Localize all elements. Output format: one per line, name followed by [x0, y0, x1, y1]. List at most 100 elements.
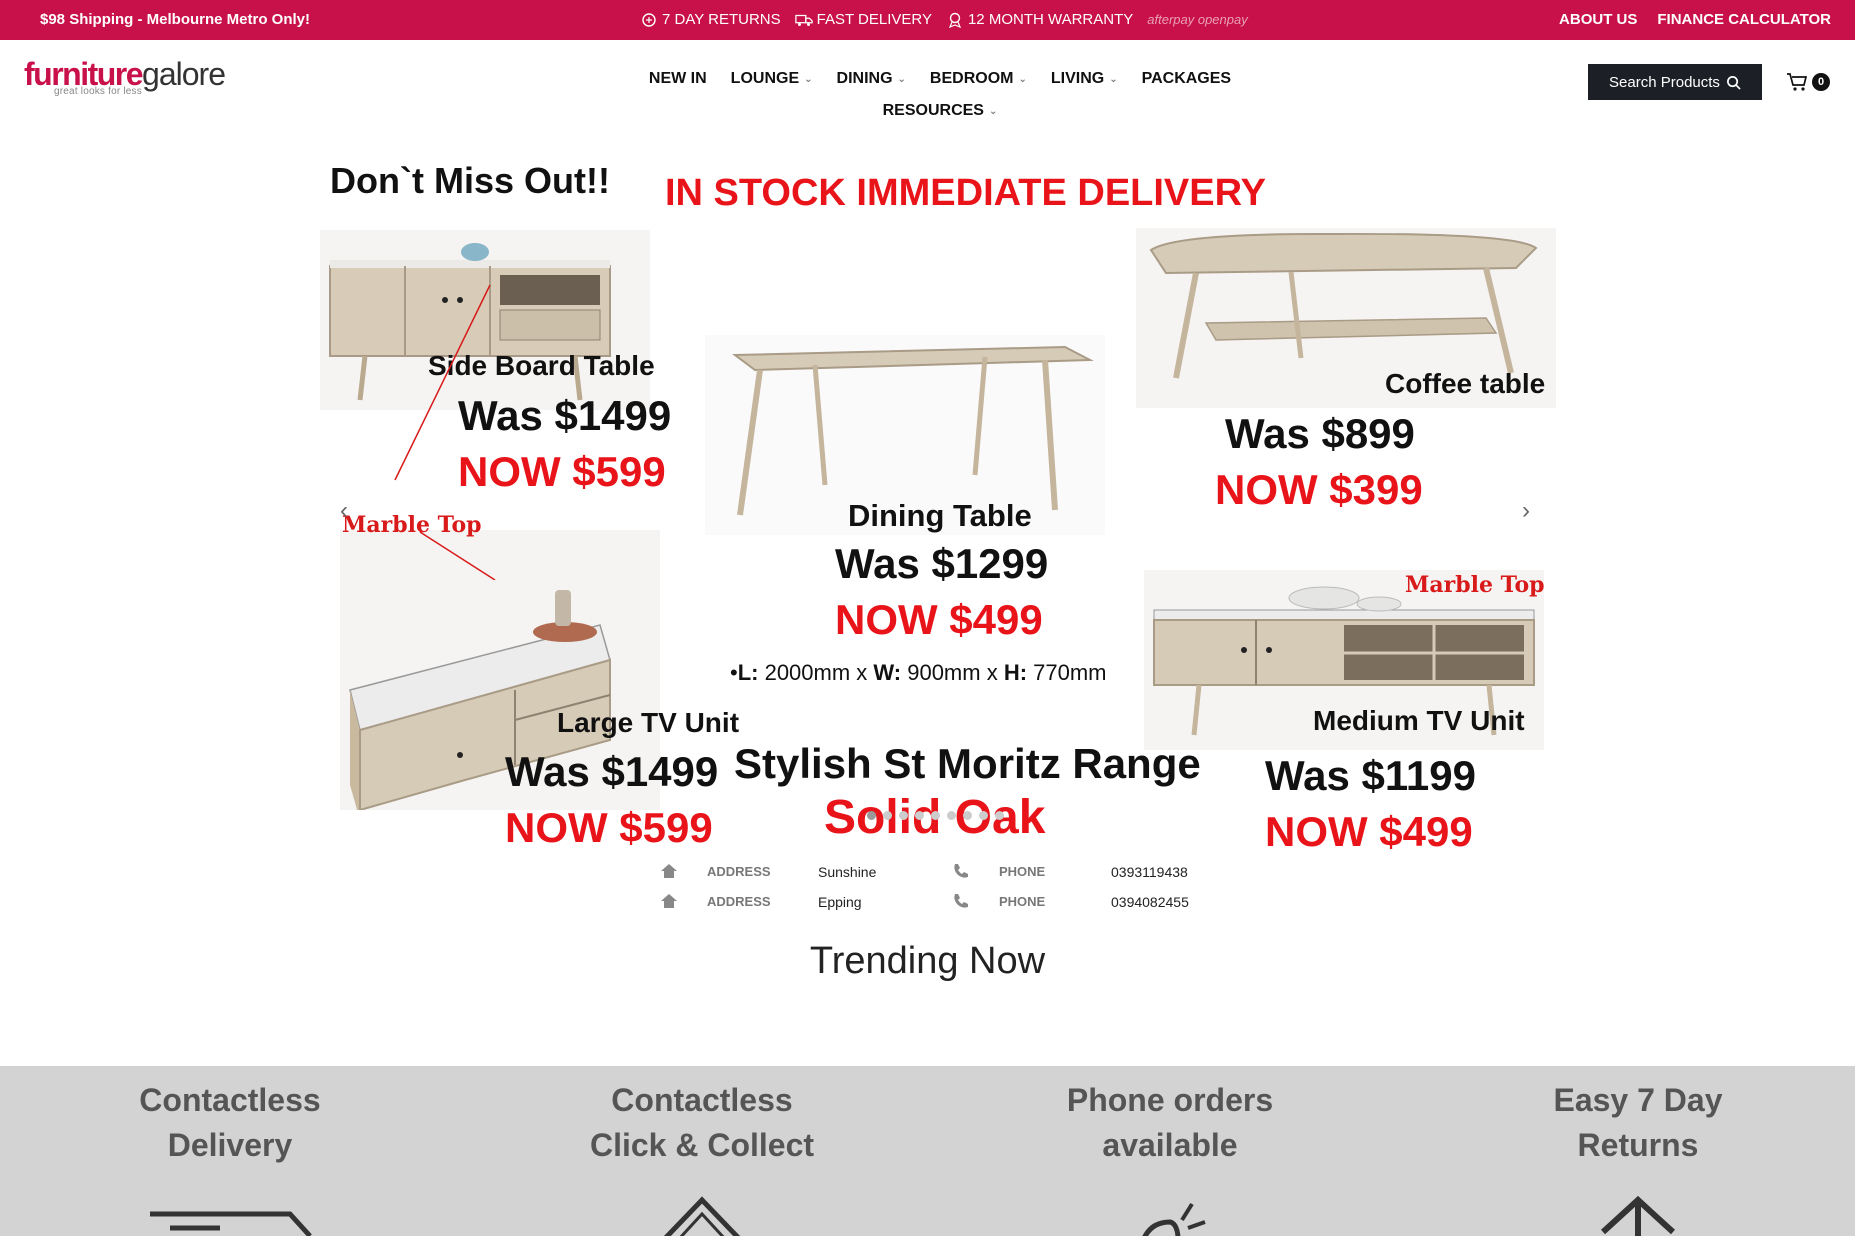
feature-phone-orders: Phone orders available [1020, 1078, 1320, 1236]
slider-dot[interactable] [899, 811, 908, 820]
nav-packages[interactable]: PACKAGES [1142, 70, 1232, 88]
nav-packages-label: PACKAGES [1141, 70, 1232, 87]
nav-resources-label: RESOURCES [882, 102, 984, 119]
chevron-down-icon: ⌄ [804, 73, 813, 85]
slider-dot[interactable] [979, 811, 988, 820]
feature-easy-returns: Easy 7 Day Returns [1488, 1078, 1788, 1236]
cart-button[interactable]: 0 [1786, 72, 1830, 92]
slider-dot[interactable] [883, 811, 892, 820]
feature-line2: Delivery [167, 1127, 293, 1163]
perk-warranty: 12 MONTH WARRANTY [946, 11, 1133, 28]
site-logo[interactable]: furnituregalore great looks for less [24, 56, 244, 100]
feature-click-collect: Contactless Click & Collect [552, 1078, 852, 1236]
phone-value[interactable]: 0393119438 [1111, 864, 1188, 880]
dim-w-label: W: [873, 660, 902, 685]
dining-table-was-price: Was $1299 [835, 540, 1049, 587]
return-arrow-icon [1600, 1195, 1676, 1236]
medium-tv-unit-label: Medium TV Unit [1313, 705, 1525, 736]
nav-dining[interactable]: DINING ⌄ [837, 70, 906, 88]
dining-table-dimensions: •L: 2000mm x W: 900mm x H: 770mm [730, 660, 1107, 685]
hero-headline-left: Don`t Miss Out!! [330, 160, 610, 201]
feature-line1: Phone orders [1066, 1082, 1274, 1118]
nav-lounge-label: LOUNGE [730, 70, 800, 87]
main-nav: NEW IN LOUNGE ⌄ DINING ⌄ BEDROOM ⌄ LIVING ⌄ … [620, 70, 1260, 120]
phone-value[interactable]: 0394082455 [1111, 894, 1189, 910]
perk-delivery: FAST DELIVERY [794, 11, 932, 28]
range-title: Stylish St Moritz Range [734, 740, 1201, 787]
address-label: ADDRESS [707, 894, 771, 909]
perks-list: 7 DAY RETURNS FAST DELIVERY 12 MONTH WAR… [640, 11, 1248, 28]
nav-living[interactable]: LIVING ⌄ [1051, 70, 1118, 88]
coffee-table-label: Coffee table [1385, 368, 1546, 399]
phone-icon [954, 894, 968, 908]
feature-line1: Easy 7 Day [1553, 1082, 1723, 1118]
chevron-down-icon: ⌄ [988, 105, 998, 117]
store-contacts: ADDRESS Sunshine PHONE 0393119438 ADDRES… [660, 860, 1220, 920]
phone-ringing-icon [1142, 1202, 1206, 1236]
slider-dot[interactable] [963, 811, 972, 820]
perk-delivery-label: FAST DELIVERY [816, 11, 932, 28]
perk-returns-label: 7 DAY RETURNS [662, 11, 781, 28]
slider-prev-arrow[interactable]: ‹ [340, 497, 348, 525]
search-button[interactable]: Search Products [1588, 64, 1762, 100]
slider-dot[interactable] [915, 811, 924, 820]
dining-table-now-price: NOW $499 [835, 596, 1043, 643]
contact-row: ADDRESS Epping PHONE 0394082455 [660, 890, 1220, 920]
coffee-table-now-price: NOW $399 [1215, 466, 1423, 513]
nav-resources[interactable]: RESOURCES ⌄ [883, 102, 998, 120]
feature-line1: Contactless [611, 1082, 793, 1118]
chevron-down-icon: ⌄ [1018, 73, 1027, 85]
large-tv-unit-now-price: NOW $599 [505, 804, 713, 851]
chevron-down-icon: ⌄ [1109, 73, 1118, 85]
shipping-notice: $98 Shipping - Melbourne Metro Only! [40, 11, 311, 28]
marble-top-label-right: Marble Top [1405, 572, 1545, 598]
address-label: ADDRESS [707, 864, 771, 879]
finance-calculator-link[interactable]: FINANCE CALCULATOR [1657, 11, 1831, 28]
medium-tv-unit-now-price: NOW $499 [1265, 808, 1473, 855]
home-icon [661, 894, 677, 908]
feature-line2: Click & Collect [589, 1127, 815, 1163]
marble-arrow-left [394, 284, 496, 580]
perk-warranty-label: 12 MONTH WARRANTY [967, 11, 1134, 28]
nav-lounge[interactable]: LOUNGE ⌄ [731, 70, 813, 88]
phone-icon [954, 864, 968, 878]
slider-dot[interactable] [947, 811, 956, 820]
phone-label: PHONE [999, 894, 1046, 909]
nav-new-in[interactable]: NEW IN [649, 70, 707, 88]
dining-table-label: Dining Table [848, 498, 1032, 533]
slider-dots [867, 811, 1004, 820]
truck-icon [794, 14, 813, 26]
logo-tagline: great looks for less [54, 86, 142, 97]
address-value: Epping [818, 894, 862, 910]
dim-h-label: H: [1003, 660, 1028, 685]
address-value: Sunshine [818, 864, 877, 880]
dim-w-value: 900mm x [901, 660, 1004, 685]
payment-logos: afterpay openpay [1147, 12, 1248, 27]
cart-icon [1787, 73, 1808, 91]
nav-bedroom[interactable]: BEDROOM ⌄ [930, 70, 1027, 88]
nav-dining-label: DINING [836, 70, 893, 87]
dim-l-label: L: [737, 660, 759, 685]
coffee-table-was-price: Was $899 [1225, 410, 1415, 457]
contact-row: ADDRESS Sunshine PHONE 0393119438 [660, 860, 1220, 890]
medium-tv-unit-was-price: Was $1199 [1265, 752, 1476, 799]
feature-line2: Returns [1577, 1127, 1699, 1163]
promo-bar: $98 Shipping - Melbourne Metro Only! 7 D… [0, 0, 1855, 40]
dim-h-value: 770mm [1027, 660, 1107, 685]
slider-next-arrow[interactable]: › [1522, 497, 1530, 525]
slider-dot[interactable] [931, 811, 940, 820]
cart-count-badge: 0 [1812, 73, 1830, 91]
features-strip: Contactless Delivery Contactless Click &… [0, 1066, 1855, 1236]
trending-heading: Trending Now [809, 940, 1046, 982]
slider-dot[interactable] [867, 811, 876, 820]
logo-word-galore: galore [142, 56, 226, 92]
hero-banner[interactable]: Don`t Miss Out!! IN STOCK IMMEDIATE DELI… [320, 140, 1570, 860]
slider-dot[interactable] [995, 811, 1004, 820]
feature-line1: Contactless [139, 1082, 321, 1118]
search-icon [1726, 75, 1741, 90]
delivery-truck-icon [150, 1211, 312, 1236]
about-us-link[interactable]: ABOUT US [1559, 11, 1637, 28]
large-tv-unit-was-price: Was $1499 [505, 748, 719, 795]
nav-bedroom-label: BEDROOM [929, 70, 1014, 87]
phone-label: PHONE [999, 864, 1046, 879]
